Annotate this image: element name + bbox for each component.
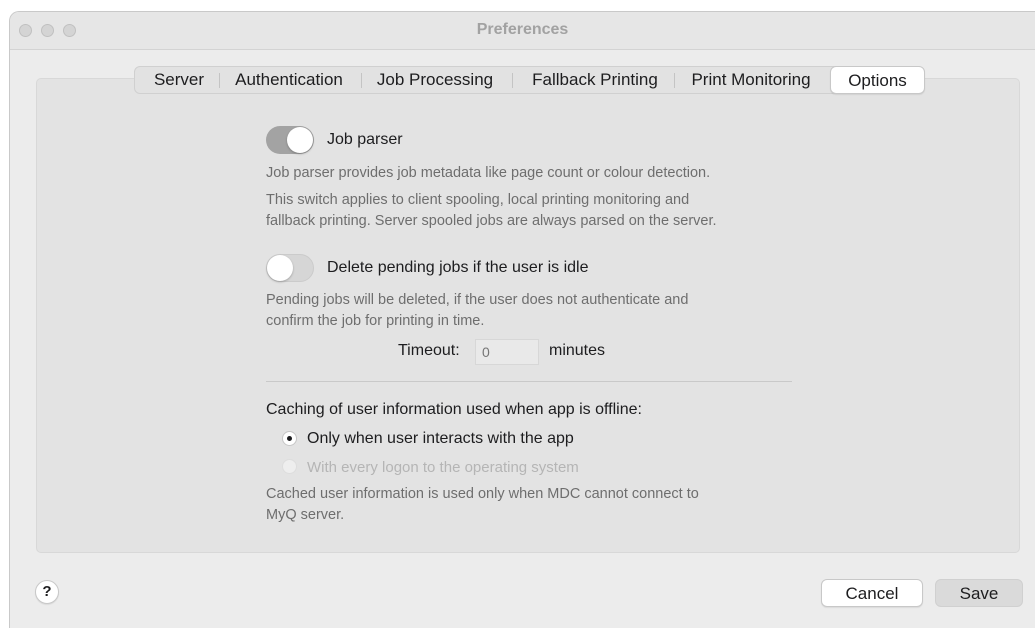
job-parser-description: Job parser provides job metadata like pa… bbox=[266, 165, 711, 181]
tab-fallback-printing[interactable]: Fallback Printing bbox=[522, 67, 668, 93]
tab-separator bbox=[361, 73, 362, 88]
tab-separator bbox=[219, 73, 220, 88]
delete-pending-jobs-toggle[interactable] bbox=[266, 254, 314, 282]
tab-authentication[interactable]: Authentication bbox=[227, 67, 351, 93]
job-parser-label: Job parser bbox=[327, 131, 403, 148]
job-parser-toggle[interactable] bbox=[266, 126, 314, 154]
caching-note-line-2: MyQ server. bbox=[266, 507, 345, 523]
tab-print-monitoring[interactable]: Print Monitoring bbox=[683, 67, 819, 93]
delete-pending-jobs-label: Delete pending jobs if the user is idle bbox=[327, 259, 589, 276]
timeout-label: Timeout: bbox=[398, 342, 460, 359]
timeout-input[interactable] bbox=[475, 339, 539, 365]
preferences-window: Preferences Server Authentication Job Pr… bbox=[9, 11, 1035, 628]
radio-every-logon[interactable] bbox=[282, 459, 297, 474]
delete-pending-desc-line-2: confirm the job for printing in time. bbox=[266, 313, 485, 329]
help-button[interactable]: ? bbox=[35, 580, 59, 604]
radio-label-only-when-user-interacts[interactable]: Only when user interacts with the app bbox=[307, 430, 574, 448]
tab-separator bbox=[512, 73, 513, 88]
toggle-knob bbox=[287, 127, 313, 153]
caching-note-line-1: Cached user information is used only whe… bbox=[266, 486, 699, 502]
section-divider bbox=[266, 381, 792, 382]
tab-job-processing[interactable]: Job Processing bbox=[371, 67, 499, 93]
timeout-unit: minutes bbox=[549, 342, 606, 359]
radio-only-when-user-interacts[interactable] bbox=[282, 431, 297, 446]
title-bar[interactable]: Preferences bbox=[10, 12, 1035, 50]
tab-options[interactable]: Options bbox=[830, 66, 925, 94]
job-parser-scope-line-1: This switch applies to client spooling, … bbox=[266, 192, 690, 208]
cancel-button[interactable]: Cancel bbox=[821, 579, 923, 607]
delete-pending-desc-line-1: Pending jobs will be deleted, if the use… bbox=[266, 292, 689, 308]
tab-server[interactable]: Server bbox=[143, 67, 215, 93]
caching-heading: Caching of user information used when ap… bbox=[266, 401, 642, 418]
window-title: Preferences bbox=[476, 21, 569, 38]
save-button[interactable]: Save bbox=[935, 579, 1023, 607]
toggle-knob bbox=[267, 255, 293, 281]
tab-separator bbox=[674, 73, 675, 88]
tab-bar: Server Authentication Job Processing Fal… bbox=[134, 66, 925, 94]
job-parser-scope-line-2: fallback printing. Server spooled jobs a… bbox=[266, 213, 717, 229]
radio-label-every-logon[interactable]: With every logon to the operating system bbox=[307, 459, 579, 476]
options-panel bbox=[36, 78, 1020, 553]
